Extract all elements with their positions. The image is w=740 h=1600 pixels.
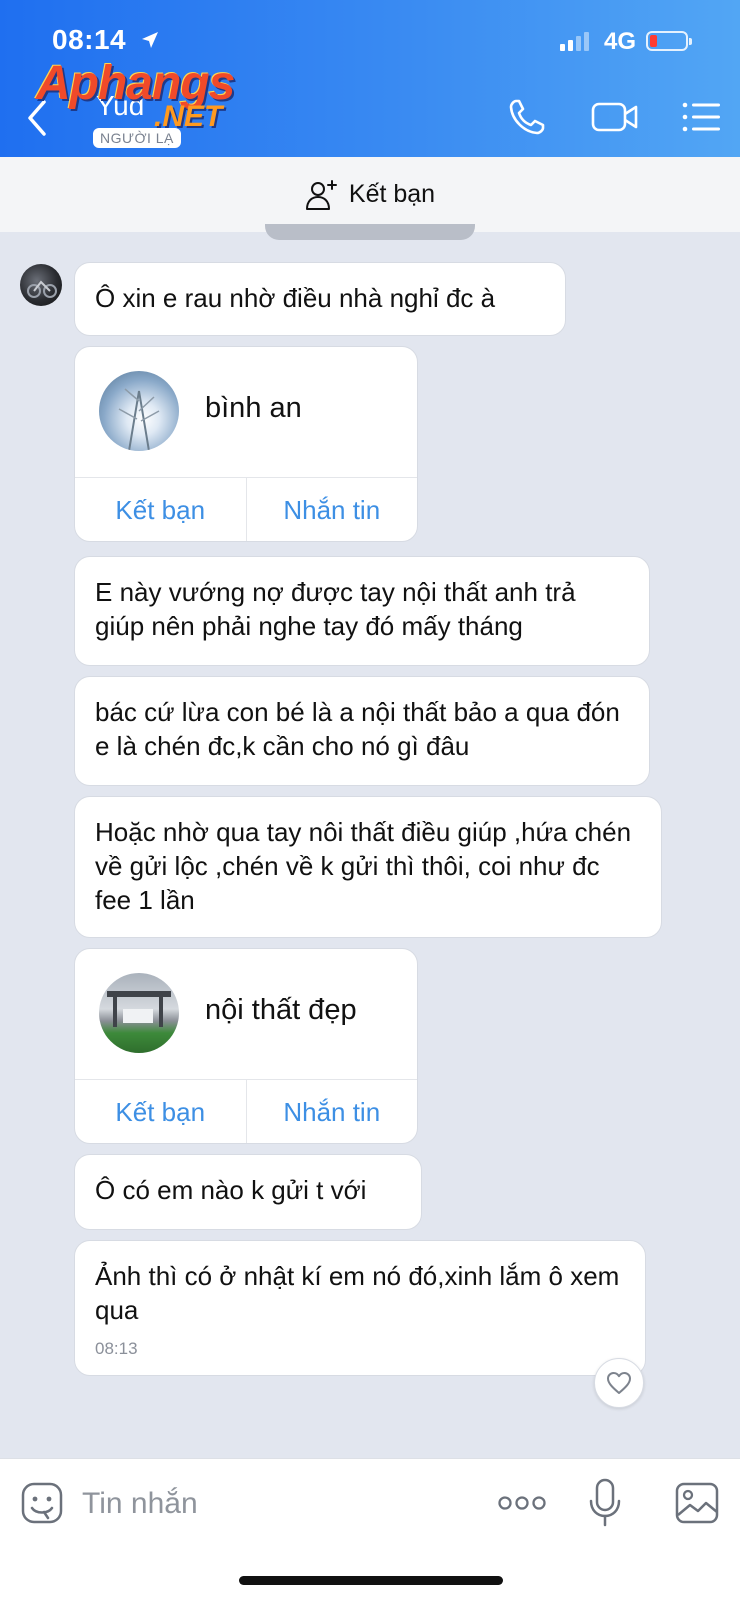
add-friend-label: Kết bạn <box>348 180 436 208</box>
message-timestamp: 08:13 <box>95 1339 138 1358</box>
add-friend-icon <box>305 179 337 210</box>
microphone-icon[interactable] <box>588 1477 622 1529</box>
network-label: 4G <box>604 28 637 55</box>
location-arrow-icon <box>142 32 158 48</box>
menu-list-icon[interactable] <box>680 96 722 138</box>
phone-icon[interactable] <box>506 96 548 138</box>
battery-icon <box>646 31 692 51</box>
contact-card-avatar <box>99 371 179 451</box>
send-message-button[interactable]: Nhắn tin <box>247 478 418 541</box>
message-bubble[interactable]: bác cứ lừa con bé là a nội thất bảo a qu… <box>74 676 650 786</box>
add-friend-bar[interactable]: Kết bạn <box>0 157 740 232</box>
add-friend-button[interactable]: Kết bạn <box>75 478 247 541</box>
status-time: 08:14 <box>52 24 127 55</box>
chat-header: 08:14 4G Yud NGƯỜI LẠ Aphangs .NET <box>0 0 740 157</box>
add-friend-button[interactable]: Kết bạn <box>75 1080 247 1143</box>
contact-card-name: nội thất đẹp <box>205 994 357 1026</box>
message-text: Ô có em nào k gửi t với <box>95 1175 367 1205</box>
video-call-icon[interactable] <box>590 96 640 138</box>
contact-card-avatar <box>99 973 179 1053</box>
message-input[interactable]: Tin nhắn <box>82 1487 198 1521</box>
message-bubble[interactable]: Ảnh thì có ở nhật kí em nó đó,xinh lắm ô… <box>74 1240 646 1376</box>
signal-strength-icon <box>560 32 589 51</box>
message-bubble[interactable]: E này vướng nợ được tay nội thất anh trả… <box>74 556 650 666</box>
message-bubble[interactable]: Ô xin e rau nhờ điều nhà nghỉ đc à <box>74 262 566 336</box>
sender-avatar[interactable] <box>20 264 62 306</box>
home-indicator <box>239 1576 503 1585</box>
message-text: bác cứ lừa con bé là a nội thất bảo a qu… <box>95 697 620 761</box>
sticker-icon[interactable] <box>20 1481 64 1525</box>
more-icon[interactable] <box>498 1493 546 1513</box>
react-heart-button[interactable] <box>594 1358 644 1408</box>
watermark-logo: Aphangs .NET <box>36 56 266 142</box>
message-text: Ô xin e rau nhờ điều nhà nghỉ đc à <box>95 283 496 313</box>
drag-handle[interactable] <box>265 224 475 240</box>
message-text: Ảnh thì có ở nhật kí em nó đó,xinh lắm ô… <box>95 1261 620 1325</box>
message-text: Hoặc nhờ qua tay nôi thất điều giúp ,hứa… <box>95 817 632 915</box>
message-text: E này vướng nợ được tay nội thất anh trả… <box>95 577 576 641</box>
watermark-sub-text: .NET <box>154 100 223 133</box>
contact-card[interactable]: bình an Kết bạn Nhắn tin <box>74 346 418 542</box>
message-bubble[interactable]: Ô có em nào k gửi t với <box>74 1154 422 1230</box>
send-message-button[interactable]: Nhắn tin <box>247 1080 418 1143</box>
contact-card-name: bình an <box>205 392 302 424</box>
contact-card[interactable]: nội thất đẹp Kết bạn Nhắn tin <box>74 948 418 1144</box>
heart-icon <box>607 1372 631 1394</box>
message-bubble[interactable]: Hoặc nhờ qua tay nôi thất điều giúp ,hứa… <box>74 796 662 938</box>
image-icon[interactable] <box>674 1481 720 1525</box>
